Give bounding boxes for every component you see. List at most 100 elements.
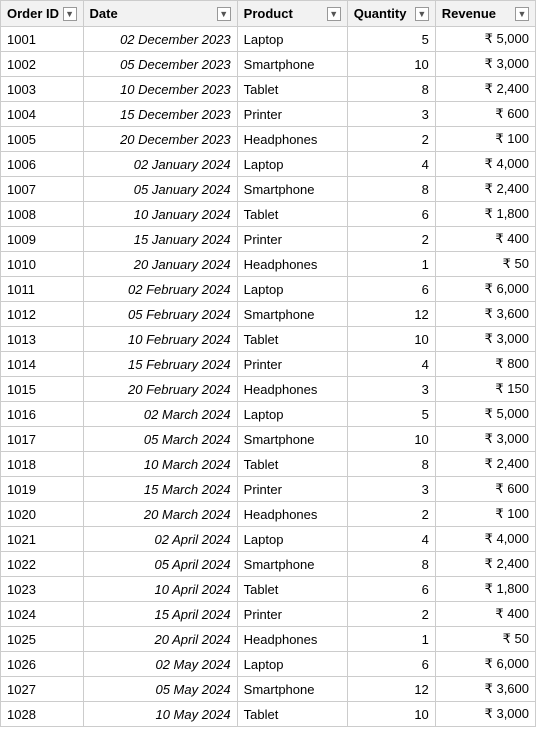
col-header-product: Product ▼: [237, 1, 347, 27]
cell-date: 20 December 2023: [83, 127, 237, 152]
cell-orderid: 1002: [1, 52, 84, 77]
cell-quantity: 6: [347, 202, 435, 227]
cell-revenue: ₹ 6,000: [435, 277, 535, 302]
cell-revenue: ₹ 50: [435, 252, 535, 277]
cell-revenue: ₹ 1,800: [435, 202, 535, 227]
cell-revenue: ₹ 1,800: [435, 577, 535, 602]
cell-quantity: 12: [347, 302, 435, 327]
cell-revenue: ₹ 50: [435, 627, 535, 652]
cell-quantity: 10: [347, 427, 435, 452]
cell-quantity: 3: [347, 477, 435, 502]
orders-table: Order ID ▼ Date ▼ Product ▼ Quantity: [0, 0, 536, 727]
filter-date-button[interactable]: ▼: [217, 7, 231, 21]
cell-date: 20 March 2024: [83, 502, 237, 527]
cell-date: 15 February 2024: [83, 352, 237, 377]
cell-revenue: ₹ 3,600: [435, 302, 535, 327]
cell-date: 02 April 2024: [83, 527, 237, 552]
col-header-date-label: Date: [90, 6, 118, 21]
cell-date: 02 March 2024: [83, 402, 237, 427]
cell-orderid: 1016: [1, 402, 84, 427]
cell-date: 05 April 2024: [83, 552, 237, 577]
cell-orderid: 1008: [1, 202, 84, 227]
cell-product: Headphones: [237, 127, 347, 152]
table-row: 102020 March 2024Headphones2₹ 100: [1, 502, 536, 527]
table-row: 102602 May 2024Laptop6₹ 6,000: [1, 652, 536, 677]
cell-product: Tablet: [237, 702, 347, 727]
cell-quantity: 1: [347, 627, 435, 652]
cell-product: Tablet: [237, 327, 347, 352]
cell-product: Smartphone: [237, 427, 347, 452]
cell-quantity: 8: [347, 452, 435, 477]
table-row: 100602 January 2024Laptop4₹ 4,000: [1, 152, 536, 177]
cell-orderid: 1024: [1, 602, 84, 627]
cell-orderid: 1011: [1, 277, 84, 302]
cell-date: 10 December 2023: [83, 77, 237, 102]
cell-date: 05 May 2024: [83, 677, 237, 702]
table-row: 100915 January 2024Printer2₹ 400: [1, 227, 536, 252]
col-header-revenue: Revenue ▼: [435, 1, 535, 27]
cell-revenue: ₹ 400: [435, 602, 535, 627]
cell-orderid: 1014: [1, 352, 84, 377]
cell-revenue: ₹ 3,000: [435, 702, 535, 727]
cell-product: Laptop: [237, 652, 347, 677]
table-row: 102310 April 2024Tablet6₹ 1,800: [1, 577, 536, 602]
cell-revenue: ₹ 100: [435, 127, 535, 152]
table-row: 101705 March 2024Smartphone10₹ 3,000: [1, 427, 536, 452]
cell-revenue: ₹ 3,000: [435, 427, 535, 452]
cell-date: 05 March 2024: [83, 427, 237, 452]
col-header-date: Date ▼: [83, 1, 237, 27]
filter-orderid-button[interactable]: ▼: [63, 7, 77, 21]
cell-orderid: 1023: [1, 577, 84, 602]
cell-quantity: 2: [347, 602, 435, 627]
table-row: 100520 December 2023Headphones2₹ 100: [1, 127, 536, 152]
cell-product: Smartphone: [237, 302, 347, 327]
col-header-orderid-label: Order ID: [7, 6, 59, 21]
filter-quantity-button[interactable]: ▼: [415, 7, 429, 21]
table-row: 101810 March 2024Tablet8₹ 2,400: [1, 452, 536, 477]
cell-product: Smartphone: [237, 52, 347, 77]
cell-quantity: 10: [347, 702, 435, 727]
cell-orderid: 1025: [1, 627, 84, 652]
table-row: 101020 January 2024Headphones1₹ 50: [1, 252, 536, 277]
cell-quantity: 3: [347, 377, 435, 402]
table-row: 100705 January 2024Smartphone8₹ 2,400: [1, 177, 536, 202]
cell-date: 05 January 2024: [83, 177, 237, 202]
cell-quantity: 8: [347, 552, 435, 577]
cell-revenue: ₹ 100: [435, 502, 535, 527]
cell-orderid: 1010: [1, 252, 84, 277]
cell-quantity: 5: [347, 402, 435, 427]
table-row: 101915 March 2024Printer3₹ 600: [1, 477, 536, 502]
cell-quantity: 6: [347, 277, 435, 302]
cell-product: Printer: [237, 352, 347, 377]
filter-product-button[interactable]: ▼: [327, 7, 341, 21]
cell-quantity: 2: [347, 227, 435, 252]
cell-revenue: ₹ 4,000: [435, 527, 535, 552]
cell-revenue: ₹ 2,400: [435, 552, 535, 577]
cell-product: Printer: [237, 602, 347, 627]
cell-date: 15 January 2024: [83, 227, 237, 252]
table-row: 100810 January 2024Tablet6₹ 1,800: [1, 202, 536, 227]
cell-date: 10 March 2024: [83, 452, 237, 477]
cell-revenue: ₹ 400: [435, 227, 535, 252]
cell-orderid: 1007: [1, 177, 84, 202]
cell-date: 15 December 2023: [83, 102, 237, 127]
table-row: 102205 April 2024Smartphone8₹ 2,400: [1, 552, 536, 577]
cell-orderid: 1018: [1, 452, 84, 477]
cell-product: Printer: [237, 227, 347, 252]
cell-revenue: ₹ 4,000: [435, 152, 535, 177]
cell-quantity: 4: [347, 152, 435, 177]
table-row: 100415 December 2023Printer3₹ 600: [1, 102, 536, 127]
cell-revenue: ₹ 2,400: [435, 77, 535, 102]
cell-product: Printer: [237, 102, 347, 127]
cell-quantity: 4: [347, 527, 435, 552]
cell-quantity: 3: [347, 102, 435, 127]
cell-quantity: 10: [347, 52, 435, 77]
cell-product: Headphones: [237, 627, 347, 652]
cell-quantity: 8: [347, 177, 435, 202]
cell-product: Headphones: [237, 252, 347, 277]
table-row: 102102 April 2024Laptop4₹ 4,000: [1, 527, 536, 552]
cell-product: Laptop: [237, 402, 347, 427]
table-row: 101310 February 2024Tablet10₹ 3,000: [1, 327, 536, 352]
cell-revenue: ₹ 600: [435, 102, 535, 127]
filter-revenue-button[interactable]: ▼: [515, 7, 529, 21]
